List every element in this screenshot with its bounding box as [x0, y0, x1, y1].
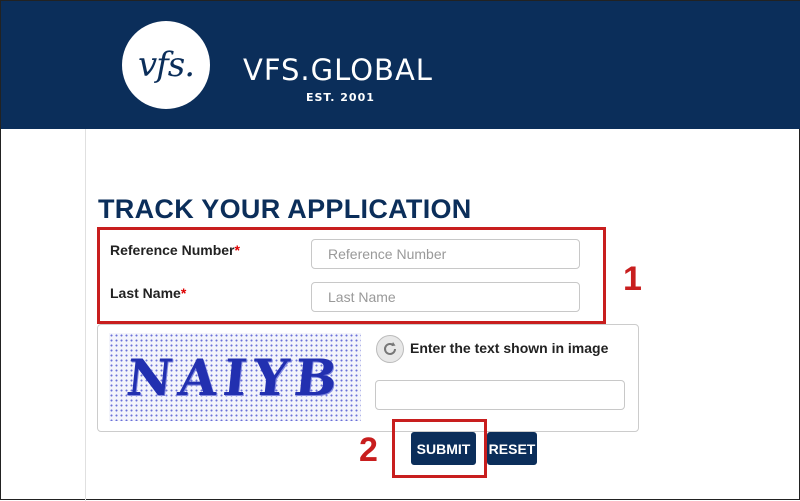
reset-button[interactable]: RESET	[487, 432, 537, 465]
annotation-number-2: 2	[359, 431, 378, 469]
last-name-label-text: Last Name	[110, 285, 181, 301]
site-header: vfs. VFS.GLOBAL EST. 2001	[1, 1, 800, 129]
required-mark: *	[234, 242, 240, 258]
required-mark: *	[180, 285, 187, 301]
brand-name: VFS.GLOBAL	[243, 53, 433, 87]
last-name-label: Last Name*	[110, 285, 186, 301]
refresh-icon[interactable]	[376, 335, 404, 363]
reference-label-text: Reference Number	[110, 242, 235, 258]
last-name-input[interactable]	[311, 282, 580, 312]
established-year: EST. 2001	[306, 91, 375, 104]
captcha-prompt: Enter the text shown in image	[410, 340, 609, 356]
content-divider	[85, 129, 86, 501]
submit-button[interactable]: SUBMIT	[411, 432, 476, 465]
vfs-logo[interactable]: vfs.	[122, 21, 210, 109]
captcha-image: NAIYB	[109, 333, 361, 421]
refresh-icon-glyph	[384, 342, 396, 355]
annotation-number-1: 1	[623, 260, 642, 298]
reference-number-label: Reference Number*	[110, 242, 240, 258]
page-title: TRACK YOUR APPLICATION	[98, 194, 472, 224]
logo-text: vfs.	[137, 45, 195, 85]
captcha-input[interactable]	[375, 380, 625, 410]
reference-number-input[interactable]	[311, 239, 580, 269]
captcha-image-text: NAIYB	[123, 347, 347, 407]
